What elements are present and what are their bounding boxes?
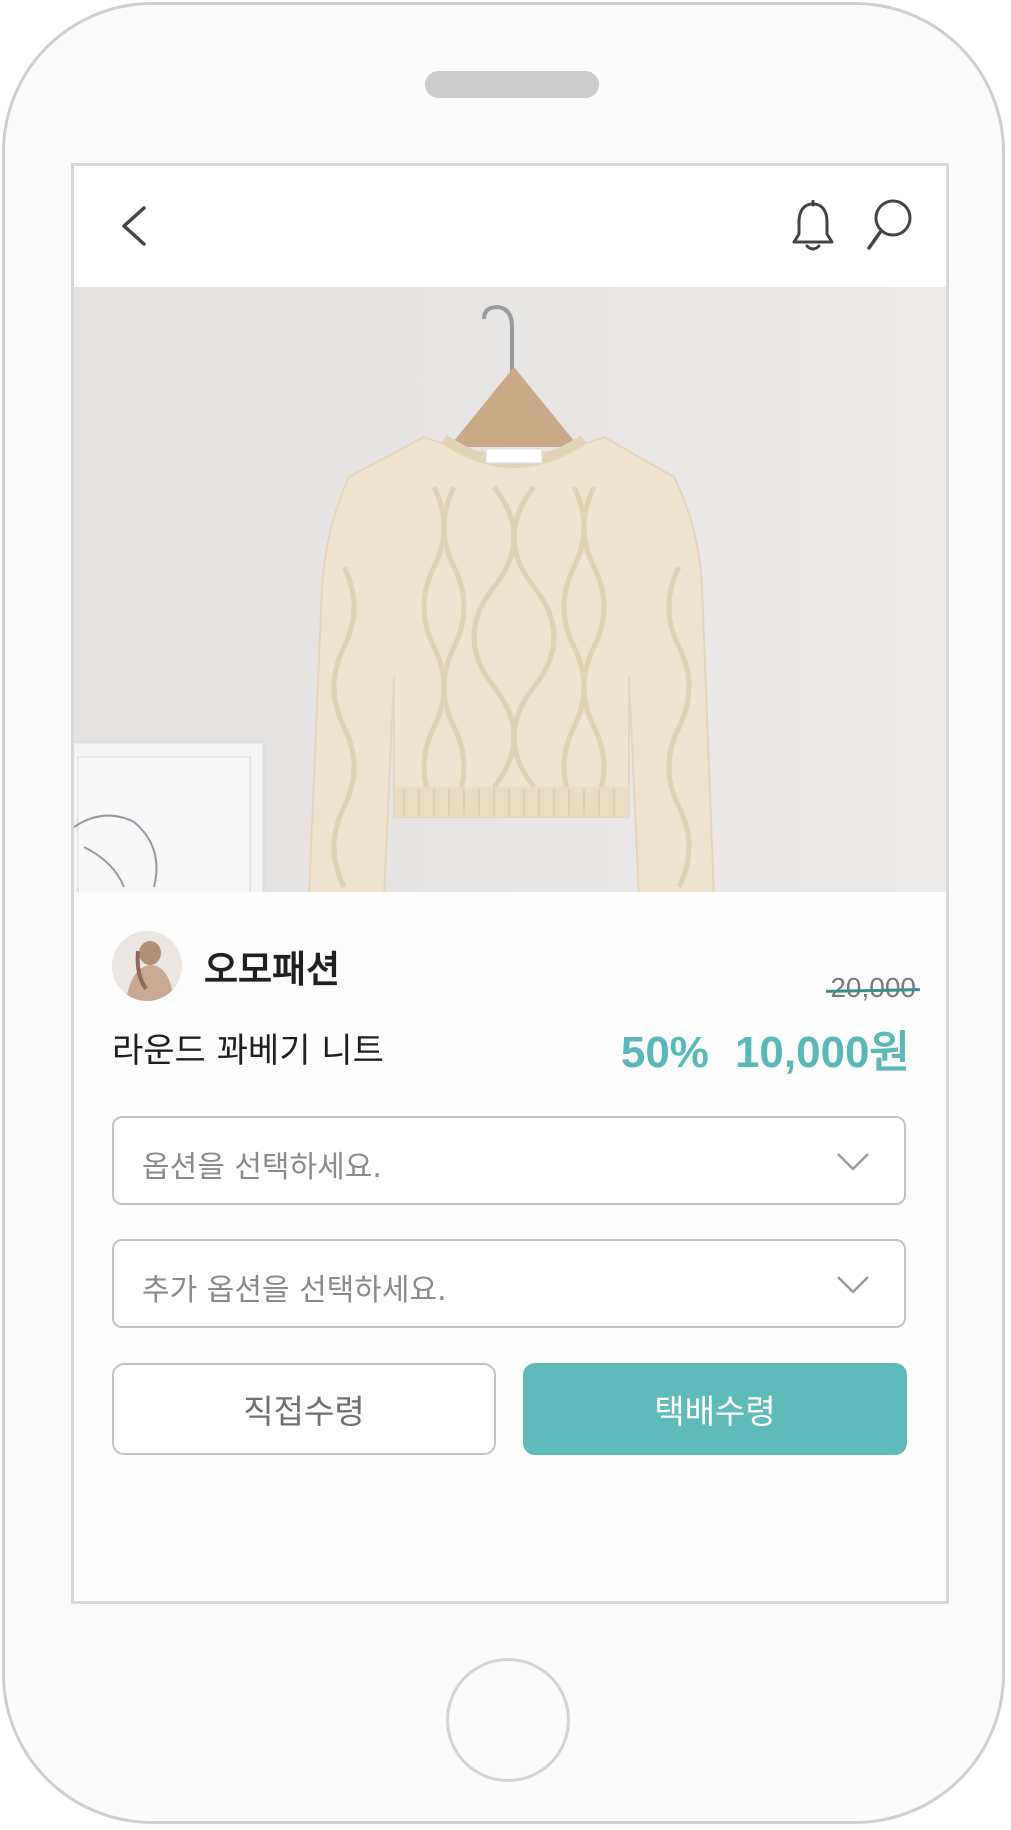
chevron-down-icon: [837, 1276, 869, 1294]
seller-info[interactable]: 오모패션: [112, 931, 340, 1001]
original-price: 20,000: [826, 972, 921, 1004]
additional-option-select[interactable]: 추가 옵션을 선택하세요.: [112, 1239, 906, 1328]
discount-rate: 50%: [620, 1028, 709, 1077]
product-photo[interactable]: [74, 287, 946, 892]
notification-button[interactable]: [788, 196, 838, 256]
additional-option-placeholder: 추가 옵션을 선택하세요.: [142, 1273, 447, 1308]
chevron-left-icon: [122, 206, 146, 246]
chevron-down-icon: [837, 1153, 869, 1171]
phone-frame: 오모패션 라운드 꽈베기 니트 20,000 50% 10,000원 옵션을 선…: [2, 2, 1005, 1824]
direct-pickup-button[interactable]: 직접수령: [112, 1363, 496, 1455]
sale-price: 10,000원: [734, 1028, 910, 1077]
seller-name[interactable]: 오모패션: [204, 939, 340, 993]
avatar-image: [112, 931, 182, 1001]
app-screen: 오모패션 라운드 꽈베기 니트 20,000 50% 10,000원 옵션을 선…: [71, 163, 949, 1604]
back-button[interactable]: [108, 196, 158, 256]
sale-price-row: 50% 10,000원: [621, 1016, 910, 1080]
option-select-placeholder: 옵션을 선택하세요.: [142, 1150, 382, 1185]
home-button[interactable]: [446, 1658, 570, 1782]
cable-knit-sweater-photo: [74, 287, 946, 892]
parcel-delivery-button[interactable]: 택배수령: [523, 1363, 907, 1455]
bell-icon: [792, 200, 834, 251]
phone-speaker: [425, 71, 599, 98]
search-icon: [867, 199, 912, 250]
search-button[interactable]: [864, 196, 914, 256]
top-app-bar: [74, 166, 946, 287]
option-select[interactable]: 옵션을 선택하세요.: [112, 1116, 906, 1205]
product-title: 라운드 꽈베기 니트: [112, 1031, 384, 1071]
seller-avatar[interactable]: [112, 931, 182, 1001]
